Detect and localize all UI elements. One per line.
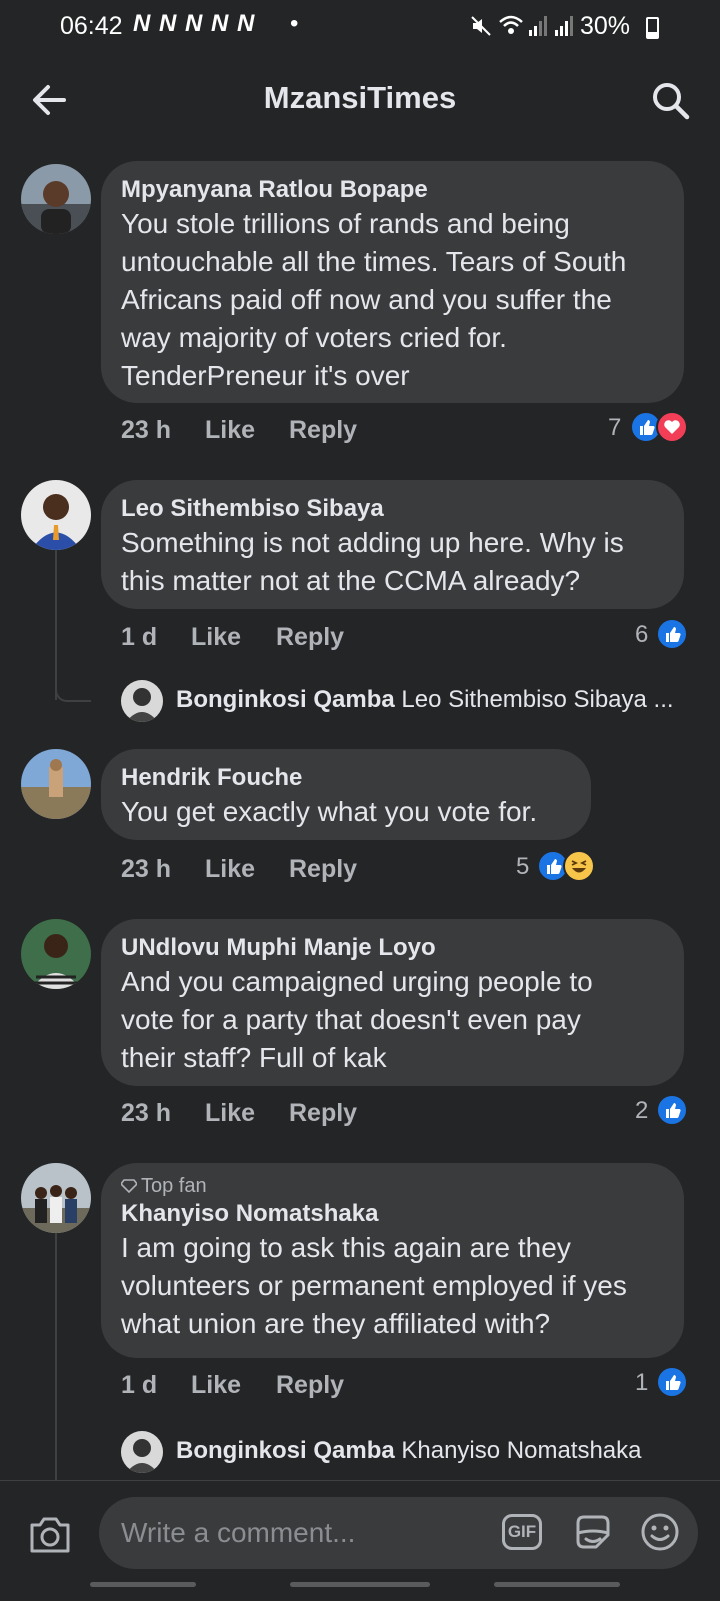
comment-author[interactable]: Leo Sithembiso Sibaya	[121, 494, 664, 524]
reply-button[interactable]: Reply	[276, 1371, 344, 1400]
comment-text: And you campaigned urging people to vote…	[121, 966, 593, 1073]
notification-dot: •	[290, 10, 299, 37]
reply-author[interactable]: Bonginkosi Qamba	[176, 1437, 395, 1464]
comment-author[interactable]: Hendrik Fouche	[121, 763, 571, 793]
comment-text: You get exactly what you vote for.	[121, 796, 538, 827]
avatar[interactable]	[21, 164, 91, 234]
like-button[interactable]: Like	[191, 1371, 241, 1400]
like-button[interactable]: Like	[191, 623, 241, 652]
comment-time: 1 d	[121, 1371, 158, 1399]
nav-recent-handle[interactable]	[90, 1582, 196, 1587]
comment-time: 23 h	[121, 1099, 172, 1127]
thread-line	[55, 1233, 57, 1480]
haha-reaction-icon	[563, 850, 595, 882]
reply-button[interactable]: Reply	[289, 416, 357, 445]
comment-time: 23 h	[121, 416, 172, 444]
thread-connector	[55, 678, 91, 702]
gif-button[interactable]: GIF	[502, 1514, 542, 1550]
reply-button[interactable]: Reply	[289, 855, 357, 884]
comment-bubble[interactable]: Top fan Khanyiso Nomatshaka I am going t…	[101, 1163, 684, 1358]
battery-icon	[646, 17, 659, 39]
like-button[interactable]: Like	[205, 855, 255, 884]
comment-bubble[interactable]: Leo Sithembiso Sibaya Something is not a…	[101, 480, 684, 609]
page-title: MzansiTimes	[263, 80, 457, 115]
comments-feed[interactable]: Mpyanyana Ratlou Bopape You stole trilli…	[0, 148, 720, 1480]
comment-placeholder: Write a comment...	[121, 1517, 356, 1548]
reply-text: Khanyiso Nomatshaka	[401, 1437, 642, 1464]
love-reaction-icon	[656, 411, 688, 443]
comment-author[interactable]: Khanyiso Nomatshaka	[121, 1199, 664, 1229]
diamond-icon	[119, 1179, 139, 1194]
comment-author[interactable]: UNdlovu Muphi Manje Loyo	[121, 933, 664, 963]
camera-icon[interactable]	[28, 1515, 72, 1555]
avatar[interactable]	[21, 919, 91, 989]
status-bar: 06:42 N N N N N • 30%	[0, 0, 720, 52]
wifi-icon	[499, 15, 523, 34]
top-bar: MzansiTimes	[0, 52, 720, 148]
avatar[interactable]	[21, 1163, 91, 1233]
signal-icon	[555, 16, 573, 36]
comment-input[interactable]: Write a comment... GIF	[99, 1497, 698, 1569]
comment-bubble[interactable]: Hendrik Fouche You get exactly what you …	[101, 749, 591, 840]
comment-author[interactable]: Mpyanyana Ratlou Bopape	[121, 175, 664, 205]
avatar[interactable]	[121, 1431, 163, 1473]
avatar[interactable]	[121, 680, 163, 722]
nav-home-handle[interactable]	[290, 1582, 430, 1587]
status-time: 06:42	[60, 12, 123, 40]
reply-author[interactable]: Bonginkosi Qamba	[176, 686, 395, 713]
reply-button[interactable]: Reply	[289, 1099, 357, 1128]
nav-back-handle[interactable]	[494, 1582, 620, 1587]
comment-bubble[interactable]: UNdlovu Muphi Manje Loyo And you campaig…	[101, 919, 684, 1086]
reply-preview[interactable]: Bonginkosi Qamba Khanyiso Nomatshaka	[176, 1437, 642, 1465]
comment-time: 1 d	[121, 623, 158, 651]
reply-button[interactable]: Reply	[276, 623, 344, 652]
comment-bubble[interactable]: Mpyanyana Ratlou Bopape You stole trilli…	[101, 161, 684, 403]
sticker-icon[interactable]	[572, 1511, 614, 1553]
like-reaction-icon	[656, 1094, 688, 1126]
reaction-count[interactable]: 2	[635, 1097, 648, 1125]
avatar[interactable]	[21, 749, 91, 819]
like-reaction-icon	[656, 1366, 688, 1398]
avatar[interactable]	[21, 480, 91, 550]
reaction-count[interactable]: 5	[516, 853, 529, 881]
reply-preview[interactable]: Bonginkosi Qamba Leo Sithembiso Sibaya .…	[176, 686, 674, 714]
comment-text: Something is not adding up here. Why is …	[121, 527, 624, 596]
search-icon[interactable]	[648, 78, 692, 122]
emoji-icon[interactable]	[639, 1511, 681, 1553]
like-reaction-icon	[656, 618, 688, 650]
like-button[interactable]: Like	[205, 1099, 255, 1128]
top-fan-badge: Top fan	[119, 1173, 664, 1199]
reaction-count[interactable]: 6	[635, 621, 648, 649]
notification-icons: N N N N N	[133, 10, 256, 37]
like-button[interactable]: Like	[205, 416, 255, 445]
comment-text: I am going to ask this again are they vo…	[121, 1232, 627, 1339]
battery-percent: 30%	[580, 12, 631, 40]
mute-icon	[471, 16, 491, 36]
reply-text: Leo Sithembiso Sibaya ...	[401, 686, 674, 713]
reaction-count[interactable]: 1	[635, 1369, 648, 1397]
system-nav-bar	[0, 1570, 720, 1600]
reaction-count[interactable]: 7	[608, 414, 621, 442]
comment-time: 23 h	[121, 855, 172, 883]
comment-text: You stole trillions of rands and being u…	[121, 208, 627, 391]
signal-icon	[529, 16, 547, 36]
